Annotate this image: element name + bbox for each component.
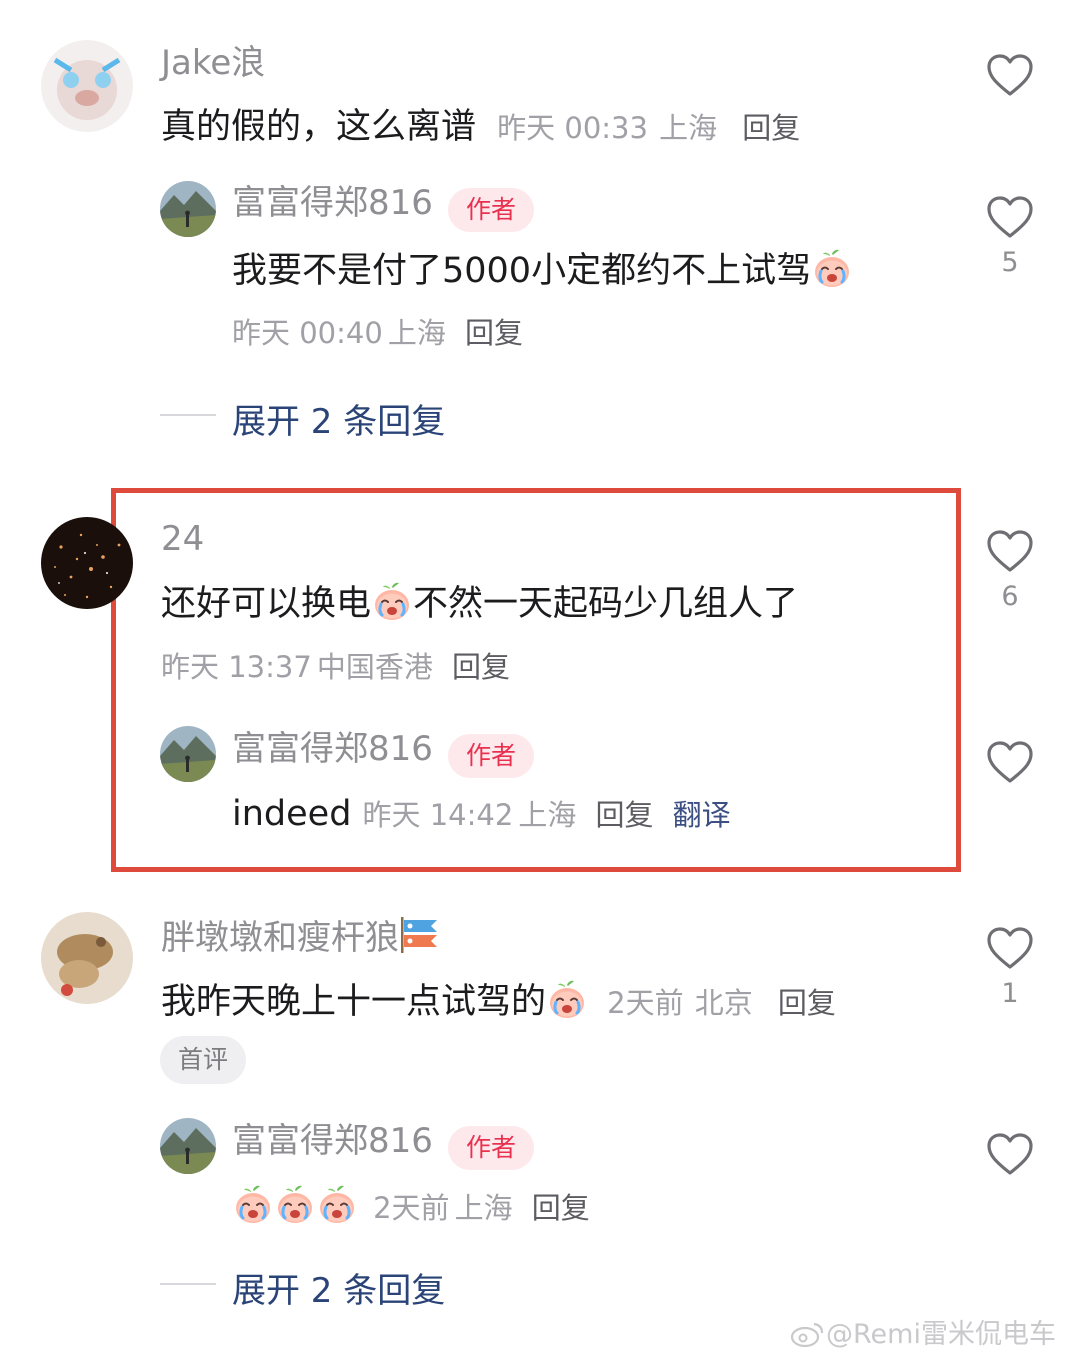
username[interactable]: 24 bbox=[161, 519, 204, 559]
crying-peach-emoji-icon bbox=[811, 248, 853, 290]
author-badge: 作者 bbox=[448, 733, 535, 778]
reply-button[interactable]: 回复 bbox=[452, 650, 510, 684]
avatar[interactable] bbox=[41, 40, 133, 132]
reply-button[interactable]: 回复 bbox=[465, 316, 523, 350]
heart-icon bbox=[986, 740, 1034, 784]
reply-header: 富富得郑816 作者 bbox=[232, 729, 535, 778]
expand-replies-link[interactable]: 展开 2 条回复 bbox=[232, 1263, 445, 1312]
comment-location: 中国香港 bbox=[316, 650, 433, 684]
reply-location: 上海 bbox=[518, 798, 577, 832]
reply-time: 昨天 00:40 bbox=[232, 316, 383, 350]
divider bbox=[160, 1283, 216, 1285]
reply-text: indeed bbox=[232, 794, 352, 834]
avatar[interactable] bbox=[41, 517, 133, 609]
like-count: 5 bbox=[1001, 247, 1019, 278]
reply-time: 2天前 bbox=[373, 1191, 450, 1225]
reply-button[interactable]: 回复 bbox=[778, 986, 836, 1020]
heart-icon bbox=[986, 926, 1034, 970]
comment-location: 上海 bbox=[659, 111, 718, 145]
heart-icon bbox=[986, 195, 1034, 239]
reply-header: 富富得郑816 作者 bbox=[232, 183, 535, 232]
crying-peach-emoji-icon bbox=[371, 581, 413, 623]
comment-text-part: 还好可以换电 bbox=[161, 584, 372, 624]
comment-line: 真的假的，这么离谱 昨天 00:33 上海 回复 bbox=[161, 105, 800, 150]
crying-peach-emoji-icon bbox=[316, 1184, 358, 1226]
comment-text: 真的假的，这么离谱 bbox=[161, 107, 477, 147]
like-button[interactable]: 1 bbox=[980, 926, 1040, 1009]
reply-header: 富富得郑816 作者 bbox=[232, 1121, 535, 1170]
reply-meta: 昨天 00:40 上海 回复 bbox=[232, 310, 523, 352]
avatar[interactable] bbox=[41, 912, 133, 1004]
watermark-text: @Remi雷米侃电车 bbox=[826, 1319, 1056, 1350]
reply-line: 2天前 上海 回复 bbox=[232, 1184, 590, 1227]
reply-time: 昨天 14:42 bbox=[362, 798, 514, 832]
reply-button[interactable]: 回复 bbox=[596, 798, 654, 832]
heart-icon bbox=[986, 529, 1034, 573]
watermark: @Remi雷米侃电车 bbox=[790, 1312, 1056, 1351]
like-button[interactable] bbox=[980, 1132, 1040, 1176]
username[interactable]: 富富得郑816 bbox=[232, 1121, 433, 1161]
reply-button[interactable]: 回复 bbox=[532, 1191, 590, 1225]
first-comment-tag: 首评 bbox=[160, 1036, 247, 1084]
comment-time: 昨天 13:37 bbox=[161, 650, 312, 684]
reply-location: 上海 bbox=[387, 316, 446, 350]
like-button[interactable]: 5 bbox=[980, 195, 1040, 278]
username[interactable]: 富富得郑816 bbox=[232, 729, 433, 769]
comment-header: 胖墩墩和瘦杆狼 bbox=[161, 915, 443, 958]
reply-location: 上海 bbox=[454, 1191, 513, 1225]
like-count: 1 bbox=[1001, 978, 1019, 1009]
expand-replies-link[interactable]: 展开 2 条回复 bbox=[232, 394, 445, 443]
comment-time: 昨天 00:33 bbox=[497, 111, 648, 145]
crying-peach-emoji-icon bbox=[274, 1184, 316, 1226]
like-button[interactable] bbox=[980, 740, 1040, 784]
comment-text-line: 还好可以换电 不然一天起码少几组人了 bbox=[161, 581, 798, 626]
avatar[interactable] bbox=[160, 726, 216, 782]
username[interactable]: 胖墩墩和瘦杆狼 bbox=[161, 918, 399, 958]
heart-icon bbox=[986, 53, 1034, 97]
comment-location: 北京 bbox=[694, 986, 753, 1020]
avatar[interactable] bbox=[160, 181, 216, 237]
comment-line: 我昨天晚上十一点试驾的 2天前 北京 回复 bbox=[161, 979, 836, 1025]
reply-text: 我要不是付了5000小定都约不上试驾 bbox=[232, 251, 812, 291]
author-badge: 作者 bbox=[448, 1125, 535, 1170]
like-button[interactable] bbox=[980, 53, 1040, 97]
crying-peach-emoji-icon bbox=[232, 1184, 274, 1226]
comment-text-part: 不然一天起码少几组人了 bbox=[413, 584, 799, 624]
heart-icon bbox=[986, 1132, 1034, 1176]
author-badge: 作者 bbox=[448, 187, 535, 232]
username[interactable]: 富富得郑816 bbox=[232, 183, 433, 223]
reply-text-line: 我要不是付了5000小定都约不上试驾 bbox=[232, 248, 853, 293]
username[interactable]: Jake浪 bbox=[161, 43, 265, 83]
reply-button[interactable]: 回复 bbox=[742, 111, 800, 145]
koinobori-flag-icon bbox=[401, 917, 437, 953]
like-button[interactable]: 6 bbox=[980, 529, 1040, 612]
weibo-logo-icon bbox=[790, 1322, 824, 1348]
like-count: 6 bbox=[1001, 581, 1019, 612]
comment-time: 2天前 bbox=[607, 986, 684, 1020]
reply-line: indeed 昨天 14:42 上海 回复 翻译 bbox=[232, 792, 731, 836]
comment-text: 我昨天晚上十一点试驾的 bbox=[161, 982, 547, 1022]
divider bbox=[160, 414, 216, 416]
avatar[interactable] bbox=[160, 1118, 216, 1174]
crying-peach-emoji-icon bbox=[546, 979, 588, 1021]
comment-meta: 昨天 13:37 中国香港 回复 bbox=[161, 644, 510, 686]
translate-button[interactable]: 翻译 bbox=[673, 798, 731, 832]
